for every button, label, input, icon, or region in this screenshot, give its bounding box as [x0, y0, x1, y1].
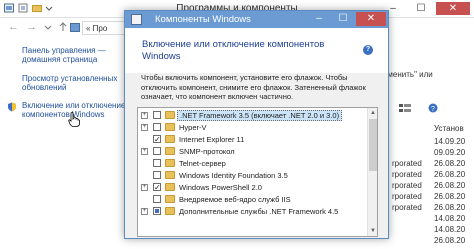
maximize-button[interactable]: ☐ [408, 2, 434, 15]
feature-label: Дополнительные службы .NET Framework 4.5 [179, 207, 339, 216]
row-date: 26.08.20 [434, 159, 466, 168]
column-header-installed[interactable]: Установ [434, 124, 464, 133]
feature-row[interactable]: + SNMP-протокол [138, 146, 366, 157]
features-tree[interactable]: + .NET Framework 3.5 (включает .NET 2.0 … [137, 107, 378, 237]
folder-icon [165, 159, 175, 167]
help-icon[interactable]: ? [428, 103, 438, 113]
sidebar-link-view-installed-updates[interactable]: Просмотр установленных обновлений [22, 74, 117, 92]
sidebar-link-control-panel-home[interactable]: Панель управления — домашняя страница [22, 46, 106, 64]
folder-icon [165, 171, 175, 179]
feature-checkbox[interactable] [153, 207, 161, 215]
folder-icon [165, 123, 175, 131]
windows-features-dialog: Компоненты Windows – ☐ ✕ Включение или о… [124, 10, 389, 239]
row-date: 14.08.20 [434, 225, 466, 234]
scroll-thumb[interactable] [369, 119, 377, 171]
expand-button[interactable]: + [141, 208, 148, 215]
row-publisher: rporated [392, 159, 422, 168]
feature-row[interactable]: Telnet-сервер [138, 158, 366, 169]
close-button[interactable]: ✕ [436, 2, 470, 15]
recent-locations-icon[interactable] [44, 24, 52, 32]
dialog-header: Включение или отключение компонентов Win… [125, 28, 388, 73]
feature-checkbox[interactable]: ✓ [153, 135, 161, 144]
feature-checkbox[interactable] [153, 195, 161, 203]
dialog-heading: Включение или отключение компонентов Win… [142, 39, 325, 62]
feature-row[interactable]: + ✓ Windows PowerShell 2.0 [138, 182, 366, 193]
feature-row[interactable]: + Дополнительные службы .NET Framework 4… [138, 206, 366, 217]
forward-button[interactable]: → [26, 21, 37, 33]
dialog-description: Чтобы включить компонент, установите его… [141, 73, 366, 101]
back-button[interactable]: ← [8, 21, 19, 33]
row-date: 14.09.20 [434, 137, 466, 146]
expand-button[interactable]: + [141, 148, 148, 155]
feature-checkbox[interactable] [153, 159, 161, 167]
feature-checkbox[interactable] [153, 147, 161, 155]
feature-row[interactable]: + .NET Framework 3.5 (включает .NET 2.0 … [138, 110, 366, 121]
folder-icon [165, 183, 175, 191]
dialog-minimize-button[interactable]: – [308, 12, 330, 26]
row-date: 26.08.20 [434, 170, 466, 179]
feature-label: Hyper-V [179, 123, 207, 132]
feature-row[interactable]: + Hyper-V [138, 122, 366, 133]
feature-checkbox[interactable] [153, 123, 161, 131]
feature-checkbox[interactable]: ✓ [153, 183, 161, 192]
scroll-up-button[interactable]: ▲ [368, 108, 377, 118]
scroll-down-button[interactable]: ▼ [368, 226, 377, 236]
feature-row[interactable]: ✓ Internet Explorer 11 [138, 134, 366, 145]
help-icon[interactable]: ? [363, 45, 373, 55]
feature-label: Internet Explorer 11 [179, 135, 245, 144]
feature-checkbox[interactable] [153, 111, 161, 119]
vertical-scrollbar[interactable]: ▲ ▼ [367, 108, 377, 236]
row-publisher: rporated [392, 192, 422, 201]
dialog-close-button[interactable]: ✕ [356, 12, 386, 26]
feature-row[interactable]: Windows Identity Foundation 3.5 [138, 170, 366, 181]
feature-row[interactable]: Внедряемое веб-ядро служб IIS [138, 194, 366, 205]
control-panel-location-icon [70, 23, 80, 32]
feature-label: Telnet-сервер [179, 159, 226, 168]
feature-label: Windows PowerShell 2.0 [179, 183, 262, 192]
row-publisher: rporated [392, 170, 422, 179]
row-date: 26.08.20 [434, 236, 466, 245]
row-date: 14.08.20 [434, 214, 466, 223]
feature-label: Внедряемое веб-ядро служб IIS [179, 195, 291, 204]
folder-icon [165, 111, 175, 119]
row-date: 26.08.20 [434, 203, 466, 212]
feature-checkbox[interactable] [153, 171, 161, 179]
row-publisher: rporated [392, 203, 422, 212]
view-options-icon[interactable] [398, 103, 412, 113]
dialog-title: Компоненты Windows [155, 14, 251, 25]
windows-features-icon [131, 14, 142, 25]
svg-text:?: ? [431, 106, 435, 113]
folder-icon [165, 195, 175, 203]
row-date: 26.08.20 [434, 192, 466, 201]
expand-button[interactable]: + [141, 112, 148, 119]
dialog-titlebar[interactable]: Компоненты Windows – ☐ ✕ [125, 11, 388, 28]
hand-cursor-icon [68, 112, 80, 127]
feature-label: SNMP-протокол [179, 147, 235, 156]
up-arrow-icon[interactable] [58, 22, 68, 32]
folder-icon [165, 207, 175, 215]
uac-shield-icon [8, 102, 16, 112]
feature-label: .NET Framework 3.5 (включает .NET 2.0 и … [177, 110, 343, 121]
folder-icon [165, 147, 175, 155]
row-publisher: rporated [392, 181, 422, 190]
feature-label: Windows Identity Foundation 3.5 [179, 171, 288, 180]
row-date: 26.08.20 [434, 181, 466, 190]
expand-button[interactable]: + [141, 124, 148, 131]
dialog-maximize-button[interactable]: ☐ [332, 12, 354, 26]
folder-icon [165, 135, 175, 143]
expand-button[interactable]: + [141, 184, 148, 191]
row-date: 09.09.20 [434, 148, 466, 157]
